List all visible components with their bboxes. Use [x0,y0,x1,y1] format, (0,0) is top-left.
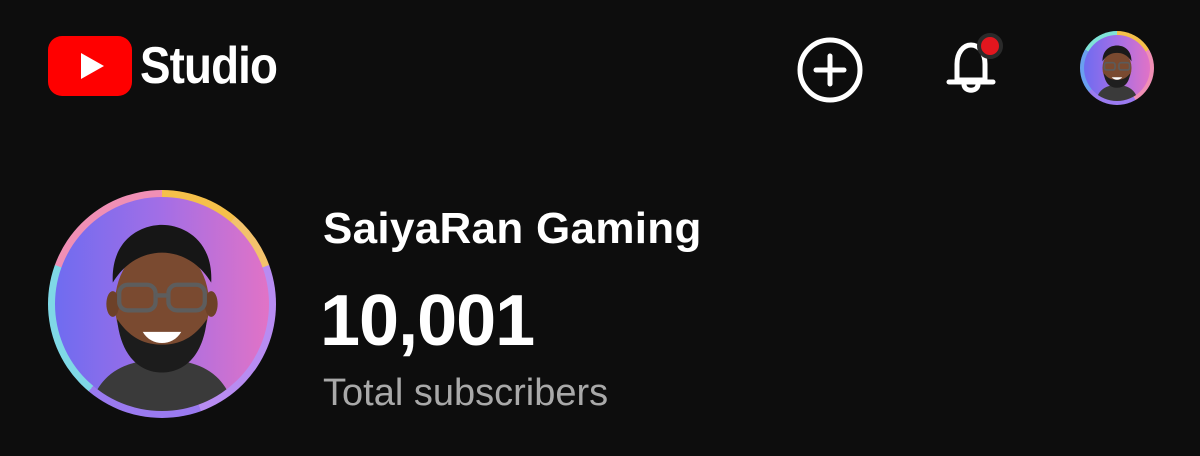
avatar [1084,35,1150,101]
channel-avatar[interactable] [48,190,276,418]
avatar [55,197,269,411]
plus-circle-icon [797,37,863,103]
app-name: Studio [140,37,278,95]
channel-name: SaiyaRan Gaming [323,204,702,253]
youtube-studio-logo[interactable]: Studio [48,36,296,96]
bell-icon [946,33,1003,93]
notification-dot [977,33,1003,59]
create-button[interactable] [795,35,865,105]
person-avatar-image [1095,45,1139,101]
studio-app: Studio SaiyaRan Gaming 10,001 Total subs… [0,0,1200,456]
person-avatar-image [89,224,235,411]
youtube-play-icon [48,36,132,96]
account-avatar-button[interactable] [1080,31,1154,105]
subscriber-label: Total subscribers [323,372,609,414]
notifications-button[interactable] [935,28,1009,102]
subscriber-count: 10,001 [320,281,535,361]
